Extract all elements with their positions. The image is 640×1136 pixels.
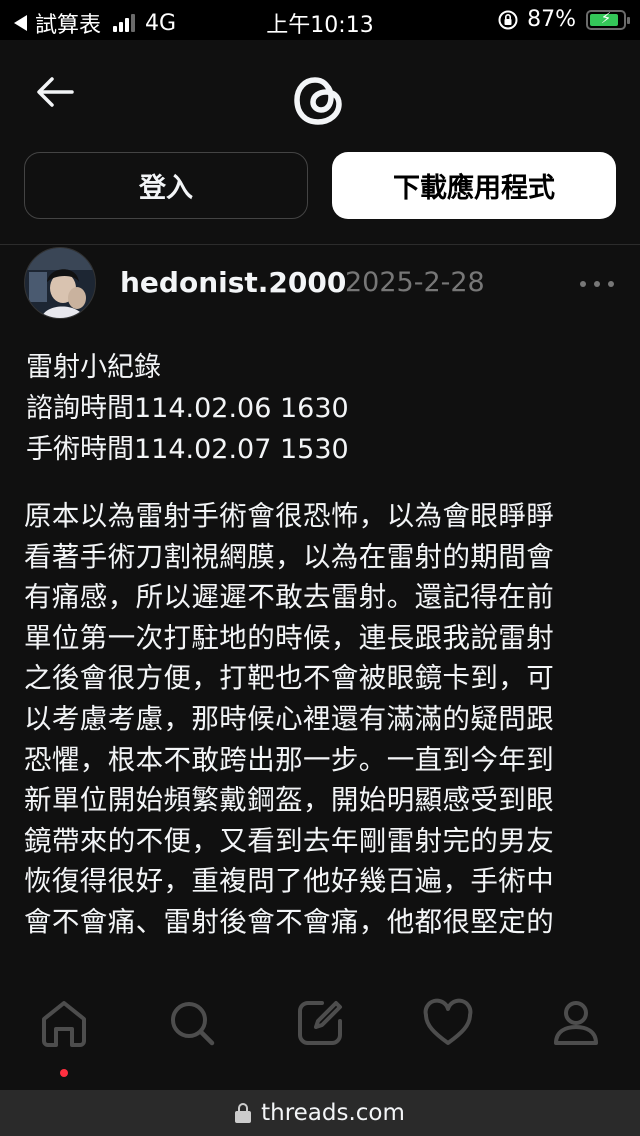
post-paragraph-line: 恐懼，根本不敢跨出那一步。一直到今年到 [24, 743, 555, 776]
post-body-viewport: 原本以為雷射手術會很恐怖，以為會眼睜睜 看著手術刀割視網膜，以為在雷射的期間會 … [0, 0, 640, 955]
bottom-nav [0, 955, 640, 1090]
post-paragraph-line: 看著手術刀割視網膜，以為在雷射的期間會 [24, 540, 555, 573]
post-paragraph-line: 恢復得很好，重複問了他好幾百遍，手術中 [24, 865, 555, 898]
notification-dot [60, 1069, 68, 1077]
lock-icon [235, 1103, 252, 1123]
post-paragraph-line: 會不會痛、雷射後會不會痛，他都很堅定的 [24, 905, 555, 938]
home-icon[interactable] [36, 995, 92, 1051]
heart-icon[interactable] [420, 995, 476, 1051]
post-paragraph-line: 鏡帶來的不便，又看到去年剛雷射完的男友 [24, 824, 555, 857]
post-paragraph-line: 新單位開始頻繁戴鋼盔，開始明顯感受到眼 [24, 784, 555, 817]
profile-icon[interactable] [548, 995, 604, 1051]
url-domain[interactable]: threads.com [261, 1100, 405, 1126]
post-paragraph-line: 以考慮考慮，那時候心裡還有滿滿的疑問跟 [24, 702, 555, 735]
post-paragraph-line: 有痛感，所以遲遲不敢去雷射。還記得在前 [24, 581, 555, 614]
post-paragraph-line: 單位第一次打駐地的時候，連長跟我說雷射 [24, 621, 555, 654]
post-paragraph-line: 原本以為雷射手術會很恐怖，以為會眼睜睜 [24, 500, 555, 532]
post-paragraph: 原本以為雷射手術會很恐怖，以為會眼睜睜 看著手術刀割視網膜，以為在雷射的期間會 … [24, 496, 620, 943]
compose-icon[interactable] [292, 995, 348, 1051]
browser-url-bar[interactable]: threads.com [0, 1090, 640, 1136]
search-icon[interactable] [164, 995, 220, 1051]
post-paragraph-line: 之後會很方便，打靶也不會被眼鏡卡到，可 [24, 662, 555, 695]
